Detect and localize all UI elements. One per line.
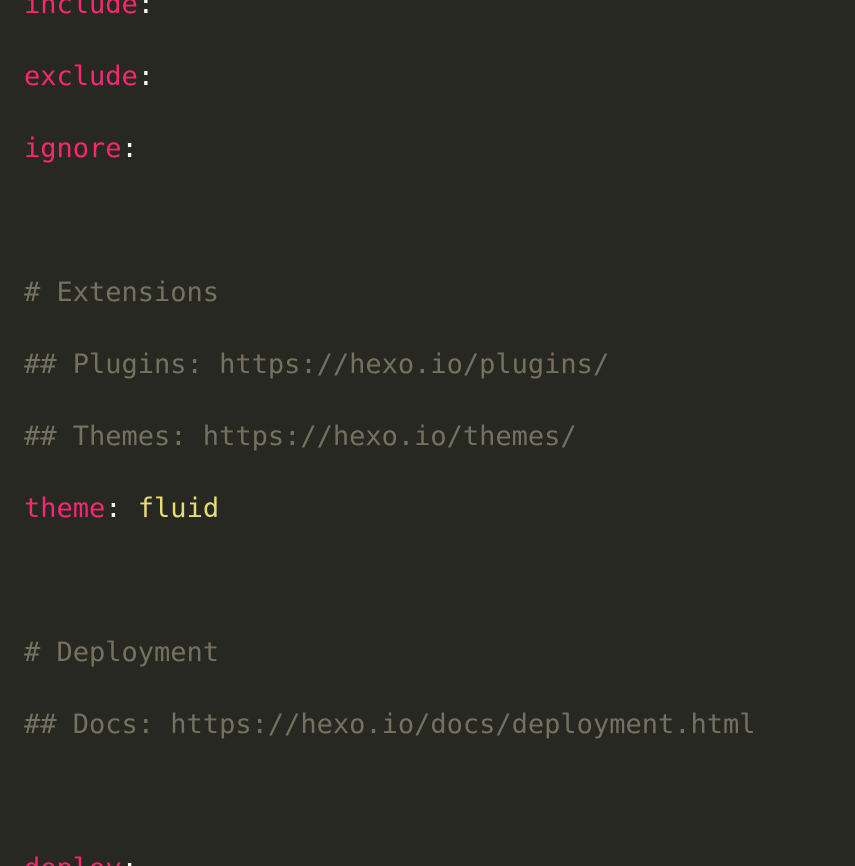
yaml-colon: :	[137, 0, 155, 20]
yaml-value: fluid	[137, 493, 220, 524]
yaml-colon: :	[121, 133, 138, 164]
code-line-comment: # Deployment	[24, 635, 756, 671]
code-content[interactable]: include: exclude: ignore: # Extensions #…	[24, 0, 756, 866]
yaml-key: exclude	[24, 61, 138, 92]
yaml-key: deploy	[24, 853, 122, 866]
yaml-colon: :	[105, 493, 138, 524]
code-line-deploy: deploy:	[24, 851, 756, 866]
yaml-colon: :	[122, 853, 138, 866]
code-line-comment: ## Themes: https://hexo.io/themes/	[24, 419, 756, 455]
yaml-comment: ## Docs: https://hexo.io/docs/deployment…	[24, 709, 756, 740]
code-line-theme: theme: fluid	[24, 491, 756, 527]
yaml-comment: # Extensions	[24, 277, 220, 308]
yaml-comment: # Deployment	[24, 637, 220, 668]
yaml-key: include	[24, 0, 138, 20]
code-line-comment: # Extensions	[24, 275, 756, 311]
code-line-ignore: ignore:	[24, 131, 756, 167]
code-line-include: include:	[24, 0, 756, 23]
yaml-key: ignore	[24, 133, 122, 164]
yaml-colon: :	[137, 61, 155, 92]
yaml-key: theme	[24, 493, 106, 524]
code-line-comment: ## Docs: https://hexo.io/docs/deployment…	[24, 707, 756, 743]
code-editor[interactable]: include: exclude: ignore: # Extensions #…	[0, 0, 855, 866]
code-line-comment: ## Plugins: https://hexo.io/plugins/	[24, 347, 756, 383]
yaml-comment: ## Themes: https://hexo.io/themes/	[24, 421, 577, 452]
yaml-comment: ## Plugins: https://hexo.io/plugins/	[24, 349, 610, 380]
code-line-exclude: exclude:	[24, 59, 756, 95]
